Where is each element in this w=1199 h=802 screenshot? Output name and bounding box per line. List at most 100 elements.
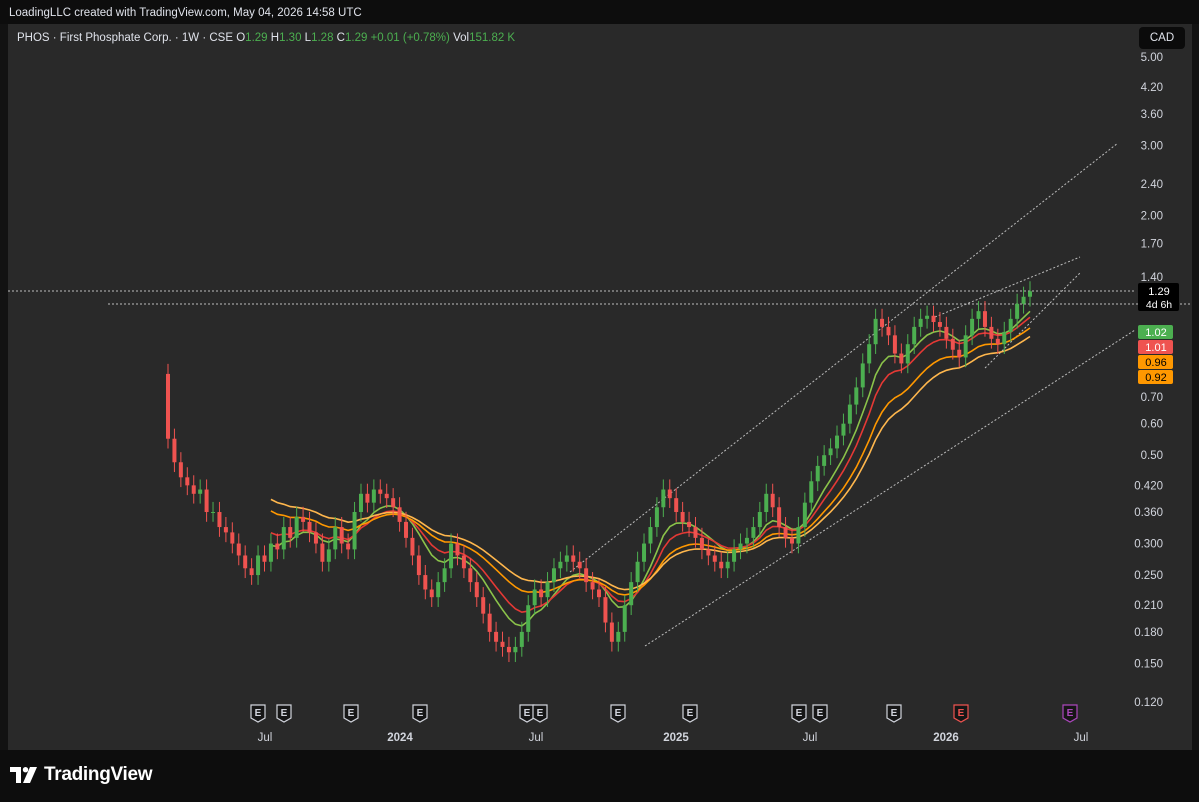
close-label: C (336, 32, 345, 44)
earnings-marker[interactable]: E (519, 704, 535, 723)
earnings-marker[interactable]: E (610, 704, 626, 723)
candle-body (699, 537, 704, 550)
candle-body (191, 485, 196, 494)
x-tick-label: Jul (529, 732, 544, 744)
y-tick-label: 0.50 (1141, 450, 1163, 462)
currency-button[interactable]: CAD (1139, 27, 1185, 49)
trend-lines[interactable] (8, 142, 1190, 647)
earnings-marker[interactable]: E (532, 704, 548, 723)
open-value: 1.29 (245, 32, 268, 44)
candle-body (326, 549, 331, 562)
y-tick-label: 4.20 (1141, 82, 1163, 94)
candle-body (571, 555, 576, 562)
y-tick-label: 0.60 (1141, 419, 1163, 431)
ema-price-label: 0.92 (1145, 372, 1166, 384)
candle-body (712, 555, 717, 562)
candle-body (995, 338, 1000, 345)
x-tick-label: 2024 (387, 732, 413, 744)
candle-body (307, 521, 312, 533)
candle-body (680, 512, 685, 522)
open-label: O (236, 32, 246, 44)
earnings-marker[interactable]: E (812, 704, 828, 723)
candle-body (609, 622, 614, 642)
candle-body (693, 527, 698, 538)
candle-body (744, 537, 749, 544)
earnings-marker[interactable]: E (276, 704, 292, 723)
y-tick-label: 0.360 (1134, 507, 1163, 519)
tradingview-logo[interactable]: TradingView (10, 764, 153, 786)
y-tick-label: 0.210 (1134, 600, 1163, 612)
symbol-legend: PHOS · First Phosphate Corp. · 1W · CSE … (17, 32, 515, 44)
candle-body (526, 605, 531, 632)
candle-body (346, 543, 351, 550)
candle-body (275, 543, 280, 550)
price-chart[interactable]: 5.00 4.20 3.60 3.00 2.40 2.00 1.70 1.40 0.70 0.60… (0, 0, 1199, 802)
candle-body (867, 344, 872, 364)
candle-body (461, 555, 466, 569)
candle-body (905, 344, 910, 364)
candle-body (313, 532, 318, 544)
candle-body (648, 527, 653, 544)
tradingview-logo-icon (10, 767, 37, 783)
candle-body (230, 532, 235, 544)
earnings-letter: E (281, 708, 288, 719)
earnings-markers[interactable]: EEEEEEEEEEEEE (250, 704, 1078, 723)
time-axis[interactable]: Jul 2024 Jul 2025 Jul 2026 Jul (258, 732, 1089, 744)
y-tick-label: 0.420 (1134, 480, 1163, 492)
candle-body (963, 335, 968, 358)
earnings-marker[interactable]: E (953, 704, 969, 723)
candle-body (1021, 296, 1026, 304)
symbol-title[interactable]: PHOS · First Phosphate Corp. · 1W · CSE (17, 32, 233, 44)
candle-body (294, 516, 299, 538)
candle-body (352, 512, 357, 550)
candle-body (371, 489, 376, 503)
candle-body (172, 438, 177, 463)
candle-body (391, 498, 396, 508)
y-tick-label: 3.60 (1141, 109, 1163, 121)
earnings-marker[interactable]: E (682, 704, 698, 723)
candle-body (268, 543, 273, 562)
candle-body (211, 512, 216, 514)
candle-body (860, 363, 865, 388)
candle-body (912, 326, 917, 345)
candle-body (519, 631, 524, 647)
candle-body (320, 543, 325, 562)
candle-body (365, 493, 370, 503)
high-value: 1.30 (279, 32, 302, 44)
candle-body (629, 582, 634, 606)
candle-body (487, 613, 492, 632)
ema-price-label: 1.02 (1145, 327, 1166, 339)
candle-body (970, 318, 975, 336)
earnings-letter: E (687, 708, 694, 719)
earnings-letter: E (615, 708, 622, 719)
candle-body (577, 561, 582, 569)
candle-body (642, 543, 647, 562)
earnings-marker[interactable]: E (412, 704, 428, 723)
earnings-letter: E (348, 708, 355, 719)
earnings-marker[interactable]: E (343, 704, 359, 723)
earnings-marker[interactable]: E (791, 704, 807, 723)
candle-body (339, 527, 344, 544)
candle-body (1028, 291, 1032, 297)
earnings-marker[interactable]: E (1062, 704, 1078, 723)
candle-body (198, 489, 203, 494)
candle-body (590, 582, 595, 590)
x-tick-label: Jul (1074, 732, 1089, 744)
earnings-letter: E (1067, 708, 1074, 719)
candle-body (551, 568, 556, 583)
candle-body (558, 561, 563, 569)
candle-body (738, 543, 743, 550)
candle-body (474, 582, 479, 598)
candle-body (725, 561, 730, 569)
candle-body (989, 326, 994, 339)
candle-body (757, 512, 762, 528)
last-price-label: 1.29 (1148, 286, 1169, 298)
high-label: H (270, 32, 280, 44)
earnings-marker[interactable]: E (250, 704, 266, 723)
candle-body (880, 318, 885, 327)
earnings-marker[interactable]: E (886, 704, 902, 723)
y-tick-label: 3.00 (1141, 140, 1163, 152)
candle-body (358, 493, 363, 513)
channel-upper-line (569, 142, 1119, 573)
candle-body (281, 527, 286, 550)
